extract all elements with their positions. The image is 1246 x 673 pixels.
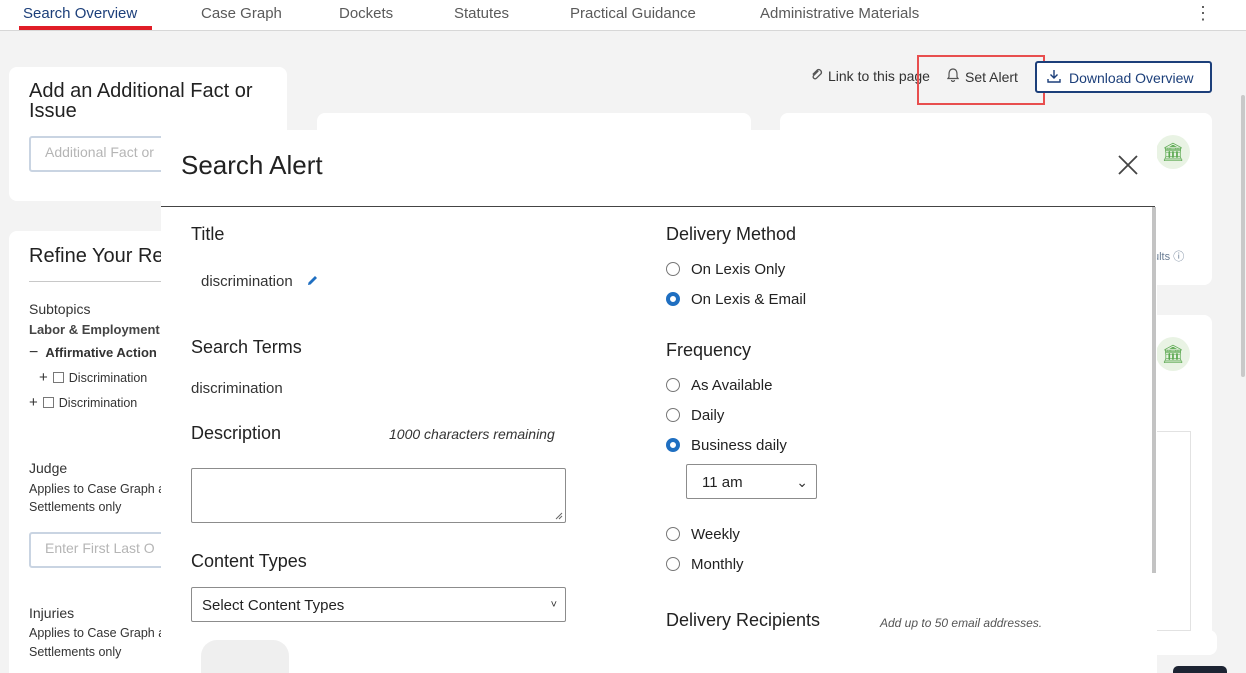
delivery-recipients-label: Delivery Recipients: [666, 610, 821, 630]
chevron-down-icon: ⌄: [796, 474, 808, 490]
time-select-value: 11 am: [702, 474, 743, 491]
title-label: Title: [191, 224, 225, 244]
radio-weekly[interactable]: [666, 527, 680, 541]
title-value: discrimination: [201, 273, 293, 290]
recipients-note: Add up to 50 email addresses.: [880, 616, 1043, 630]
content-types-label: Content Types: [191, 551, 307, 571]
injuries-heading: Injuries: [29, 605, 75, 621]
expand-icon[interactable]: +: [39, 369, 48, 386]
tab-administrative-materials[interactable]: Administrative Materials: [760, 5, 919, 22]
radio-label: Daily: [691, 407, 725, 424]
search-terms-value: discrimination: [191, 380, 283, 397]
description-textarea[interactable]: [191, 468, 566, 523]
page-scrollbar[interactable]: [1241, 95, 1245, 377]
more-options-icon[interactable]: ⋮: [1194, 4, 1212, 25]
radio-label: Business daily: [691, 437, 787, 454]
link-to-page[interactable]: Link to this page: [810, 68, 930, 84]
radio-business-daily[interactable]: [666, 438, 680, 452]
search-alert-modal: Search Alert Title discrimination Search…: [161, 130, 1157, 673]
tab-practical-guidance[interactable]: Practical Guidance: [570, 5, 696, 22]
link-to-page-label: Link to this page: [828, 68, 930, 84]
injuries-note-line-1: Applies to Case Graph a: [29, 626, 166, 640]
result-panel-edge: [1157, 431, 1191, 631]
radio-label: Weekly: [691, 526, 740, 543]
radio-on-lexis-only[interactable]: [666, 262, 680, 276]
courthouse-icon: 🏛: [1156, 337, 1190, 371]
chat-widget-tab[interactable]: [1173, 666, 1227, 673]
checkbox[interactable]: [52, 372, 64, 383]
judge-note-line-2: Settlements only: [29, 500, 122, 514]
tab-case-graph[interactable]: Case Graph: [201, 5, 282, 22]
download-overview-button[interactable]: Download Overview: [1035, 61, 1212, 93]
checkbox[interactable]: [42, 397, 54, 408]
additional-fact-input[interactable]: Additional Fact or: [29, 136, 179, 172]
active-tab-underline: [19, 26, 152, 30]
expand-icon[interactable]: +: [29, 394, 38, 411]
content-types-select[interactable]: Select Content Types ˅: [191, 587, 566, 622]
set-alert-highlight: [917, 55, 1045, 105]
subtopic-item-affirmative-action[interactable]: − Affirmative Action: [29, 344, 157, 362]
modal-divider: [161, 206, 1155, 207]
modal-scrollbar[interactable]: [1152, 207, 1156, 573]
chevron-down-icon: ˅: [550, 599, 557, 611]
radio-on-lexis-email[interactable]: [666, 292, 680, 306]
subtopic-item-discrimination[interactable]: + Discrimination: [29, 394, 137, 411]
radio-as-available[interactable]: [666, 378, 680, 392]
add-fact-title: Add an Additional Fact or Issue: [29, 80, 253, 122]
radio-daily[interactable]: [666, 408, 680, 422]
radio-label: As Available: [691, 377, 773, 394]
description-label: Description: [191, 423, 282, 443]
download-overview-label: Download Overview: [1069, 70, 1194, 86]
frequency-label: Frequency: [666, 340, 752, 360]
radio-label: On Lexis Only: [691, 261, 786, 278]
close-icon[interactable]: [1115, 152, 1141, 178]
refine-title: Refine Your Re: [29, 245, 164, 267]
partial-button[interactable]: [201, 640, 289, 673]
courthouse-icon: 🏛: [1156, 135, 1190, 169]
subtopic-label: Discrimination: [68, 371, 148, 385]
modal-title: Search Alert: [181, 150, 323, 180]
judge-heading: Judge: [29, 460, 68, 476]
injuries-note-line-2: Settlements only: [29, 645, 122, 659]
time-select[interactable]: 11 am ⌄: [686, 464, 817, 499]
radio-label: On Lexis & Email: [691, 291, 807, 308]
radio-monthly[interactable]: [666, 557, 680, 571]
tab-dockets[interactable]: Dockets: [339, 5, 393, 22]
collapse-icon[interactable]: −: [29, 344, 38, 361]
subtopic-item-discrimination-child[interactable]: + Discrimination: [39, 369, 147, 386]
judge-input[interactable]: Enter First Last O: [29, 532, 179, 568]
tab-statutes[interactable]: Statutes: [454, 5, 509, 22]
download-icon: [1047, 69, 1063, 86]
resize-handle-icon[interactable]: [555, 512, 563, 520]
refine-divider: [29, 281, 169, 282]
search-terms-label: Search Terms: [191, 337, 302, 357]
subtopic-label: Discrimination: [58, 396, 138, 410]
judge-note-line-1: Applies to Case Graph a: [29, 482, 166, 496]
info-icon[interactable]: ⓘ: [1173, 251, 1184, 263]
subtopic-label: Affirmative Action: [45, 345, 157, 360]
subtopic-path: Labor & Employment: [29, 322, 160, 337]
delivery-method-label: Delivery Method: [666, 224, 797, 244]
results-snippet: ults ⓘ: [1153, 251, 1185, 263]
tab-search-overview[interactable]: Search Overview: [23, 5, 137, 22]
chars-remaining: 1000 characters remaining: [389, 426, 555, 442]
content-types-select-value: Select Content Types: [202, 597, 345, 614]
top-tab-bar: Search Overview Case Graph Dockets Statu…: [0, 0, 1246, 31]
edit-pencil-icon[interactable]: [306, 274, 319, 292]
radio-label: Monthly: [691, 556, 744, 573]
paperclip-icon: [810, 68, 824, 84]
subtopics-heading: Subtopics: [29, 301, 91, 317]
